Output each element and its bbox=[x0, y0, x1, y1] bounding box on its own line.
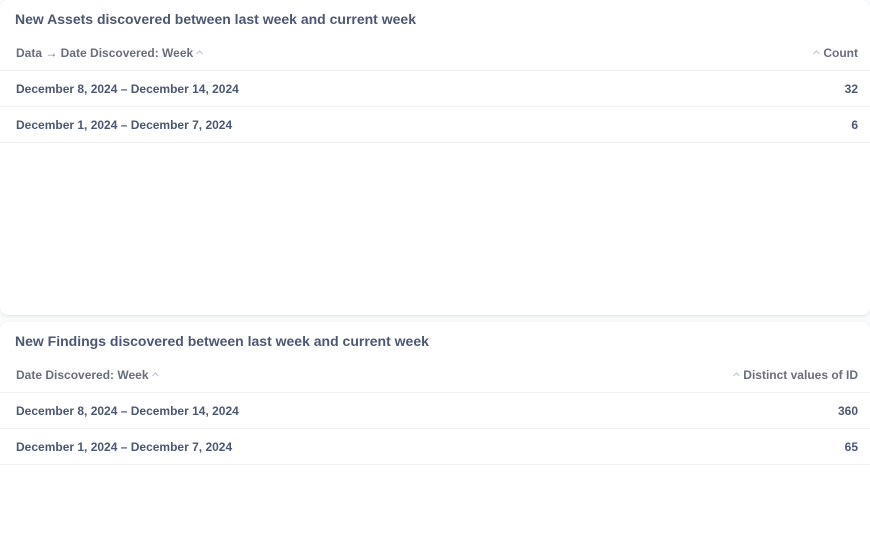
column-header-week[interactable]: Date Discovered: Week bbox=[16, 368, 162, 382]
chevron-up-icon bbox=[812, 48, 821, 57]
chevron-up-icon bbox=[732, 370, 741, 379]
chevron-up-icon bbox=[195, 48, 204, 57]
count-cell: 360 bbox=[837, 403, 858, 418]
column-header-label: Date Discovered: Week bbox=[16, 367, 149, 382]
week-cell: December 8, 2024 – December 14, 2024 bbox=[16, 403, 239, 418]
column-header-label: Count bbox=[823, 45, 858, 60]
count-cell: 65 bbox=[844, 439, 858, 454]
findings-table: Date Discovered: Week Distinct values of… bbox=[0, 357, 870, 465]
assets-card: New Assets discovered between last week … bbox=[0, 0, 870, 315]
count-cell: 6 bbox=[851, 117, 858, 132]
table-row[interactable]: December 1, 2024 – December 7, 2024 65 bbox=[0, 429, 870, 465]
table-row[interactable]: December 8, 2024 – December 14, 2024 360 bbox=[0, 393, 870, 429]
table-header-row: Date Discovered: Week Distinct values of… bbox=[0, 357, 870, 393]
week-cell: December 1, 2024 – December 7, 2024 bbox=[16, 439, 233, 454]
count-cell: 32 bbox=[844, 81, 858, 96]
column-header-count[interactable]: Count bbox=[810, 46, 858, 60]
table-row[interactable]: December 1, 2024 – December 7, 2024 6 bbox=[0, 107, 870, 143]
findings-card: New Findings discovered between last wee… bbox=[0, 322, 870, 553]
card-title: New Findings discovered between last wee… bbox=[15, 333, 429, 349]
week-cell: December 1, 2024 – December 7, 2024 bbox=[16, 117, 233, 132]
column-header-distinct-ids[interactable]: Distinct values of ID bbox=[730, 368, 858, 382]
table-row[interactable]: December 8, 2024 – December 14, 2024 32 bbox=[0, 71, 870, 107]
column-header-label: Data → Date Discovered: Week bbox=[16, 45, 194, 60]
card-title: New Assets discovered between last week … bbox=[15, 11, 416, 27]
chevron-up-icon bbox=[151, 370, 160, 379]
week-cell: December 8, 2024 – December 14, 2024 bbox=[16, 81, 239, 96]
table-header-row: Data → Date Discovered: Week Count bbox=[0, 35, 870, 71]
column-header-label: Distinct values of ID bbox=[743, 367, 858, 382]
assets-table: Data → Date Discovered: Week Count Decem… bbox=[0, 35, 870, 143]
column-header-week[interactable]: Data → Date Discovered: Week bbox=[16, 46, 206, 60]
